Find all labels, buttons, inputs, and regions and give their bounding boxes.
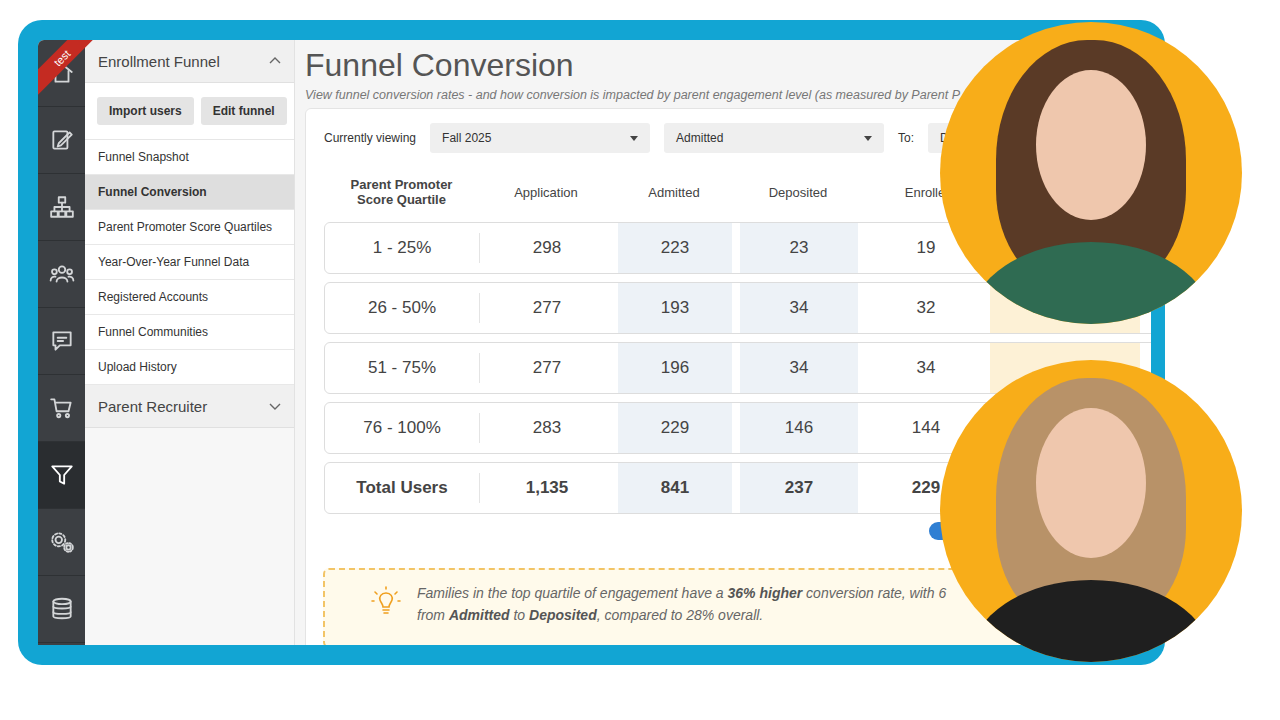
table-cell: 237 xyxy=(740,463,858,513)
insight-segment: Deposited xyxy=(529,607,597,623)
presenter-photo xyxy=(940,22,1242,324)
lightbulb-icon xyxy=(369,584,403,618)
table-cell: 34 xyxy=(740,283,858,333)
org-icon xyxy=(49,194,75,220)
promo-image: testEnrollment FunnelImport usersEdit fu… xyxy=(0,0,1280,720)
table-cell: 223 xyxy=(618,223,732,273)
table-cell: 196 xyxy=(618,343,732,393)
insight-segment: 36% higher xyxy=(728,585,803,601)
caret-icon xyxy=(630,136,638,141)
sidebar-item[interactable]: Parent Promoter Score Quartiles xyxy=(85,210,294,245)
dropdown[interactable]: Fall 2025 xyxy=(430,123,650,153)
sidebar-item[interactable]: Funnel Communities xyxy=(85,315,294,350)
rail-item[interactable] xyxy=(38,375,85,442)
face-shape xyxy=(1036,70,1146,220)
table-cell: 34 xyxy=(740,343,858,393)
sidebar-item[interactable]: Year-Over-Year Funnel Data xyxy=(85,245,294,280)
edit-icon xyxy=(49,127,75,153)
table-cell: 26 - 50% xyxy=(325,293,480,323)
gears-icon xyxy=(49,529,75,555)
section-header[interactable]: Parent Recruiter xyxy=(85,385,294,428)
sidebar-section: Enrollment Funnel Import usersEdit funnel… xyxy=(85,40,294,385)
table-cell: 283 xyxy=(480,403,614,453)
insight-text: Families in the top quartile of engageme… xyxy=(417,582,946,626)
sidebar-section: Parent Recruiter xyxy=(85,385,294,428)
column-header: Deposited xyxy=(735,169,861,215)
table-cell: 51 - 75% xyxy=(325,353,480,383)
insight-line: Families in the top quartile of engageme… xyxy=(417,582,946,604)
sidebar-item[interactable]: Registered Accounts xyxy=(85,280,294,315)
insight-segment: Admitted xyxy=(449,607,510,623)
table-cell: 1 - 25% xyxy=(325,233,480,263)
table-cell: Total Users xyxy=(325,473,480,503)
insight-segment: conversion rate, with 6 xyxy=(802,585,946,601)
table-cell: 229 xyxy=(618,403,732,453)
sidebar-item[interactable]: Funnel Conversion xyxy=(85,175,294,210)
section-title: Enrollment Funnel xyxy=(98,53,220,70)
table-cell: 277 xyxy=(480,283,614,333)
rail-item[interactable] xyxy=(38,509,85,576)
rail-item[interactable] xyxy=(38,308,85,375)
rail-item[interactable] xyxy=(38,107,85,174)
database-icon xyxy=(49,596,75,622)
dropdown-value: Admitted xyxy=(676,131,723,145)
chevron-down-icon xyxy=(268,399,282,413)
table-cell: 298 xyxy=(480,223,614,273)
column-header: Application xyxy=(479,169,613,215)
column-header: Admitted xyxy=(613,169,735,215)
table-cell: 146 xyxy=(740,403,858,453)
sidebar-item[interactable]: Funnel Snapshot xyxy=(85,140,294,175)
body-shape xyxy=(970,242,1212,324)
rail-item[interactable] xyxy=(38,442,85,509)
people-icon xyxy=(49,261,75,287)
rail-item[interactable] xyxy=(38,174,85,241)
caret-icon xyxy=(864,136,872,141)
rail-item[interactable] xyxy=(38,576,85,643)
insight-segment: , compared to 28% overall. xyxy=(597,607,764,623)
section-title: Parent Recruiter xyxy=(98,398,207,415)
dropdown-value: Fall 2025 xyxy=(442,131,491,145)
table-cell: 34 xyxy=(862,343,990,393)
table-cell: 76 - 100% xyxy=(325,413,480,443)
insight-segment: Families in the top quartile of engageme… xyxy=(417,585,728,601)
sidebar-button[interactable]: Import users xyxy=(97,97,194,125)
insight-segment: from xyxy=(417,607,449,623)
section-header[interactable]: Enrollment Funnel xyxy=(85,40,294,83)
rail-item[interactable] xyxy=(38,241,85,308)
insight-segment: to xyxy=(510,607,529,623)
dropdown[interactable]: Admitted xyxy=(664,123,884,153)
sidebar: Enrollment Funnel Import usersEdit funnel… xyxy=(85,40,295,645)
table-cell: 193 xyxy=(618,283,732,333)
sidebar-item[interactable]: Upload History xyxy=(85,350,294,385)
body-shape xyxy=(970,580,1212,662)
cart-icon xyxy=(49,395,75,421)
chat-icon xyxy=(49,328,75,354)
filter-label: Currently viewing xyxy=(324,131,416,145)
presenter-photo xyxy=(940,360,1242,662)
table-cell: 277 xyxy=(480,343,614,393)
to-label: To: xyxy=(898,131,914,145)
chevron-up-icon xyxy=(268,54,282,68)
insight-line: from Admitted to Deposited, compared to … xyxy=(417,604,946,626)
button-row: Import usersEdit funnel xyxy=(85,83,294,140)
sidebar-button[interactable]: Edit funnel xyxy=(201,97,287,125)
icon-rail xyxy=(38,40,85,645)
table-cell: 1,135 xyxy=(480,463,614,513)
column-header: Parent Promoter Score Quartile xyxy=(324,169,479,215)
filter-icon xyxy=(49,462,75,488)
face-shape xyxy=(1036,408,1146,558)
table-cell: 23 xyxy=(740,223,858,273)
table-cell: 841 xyxy=(618,463,732,513)
